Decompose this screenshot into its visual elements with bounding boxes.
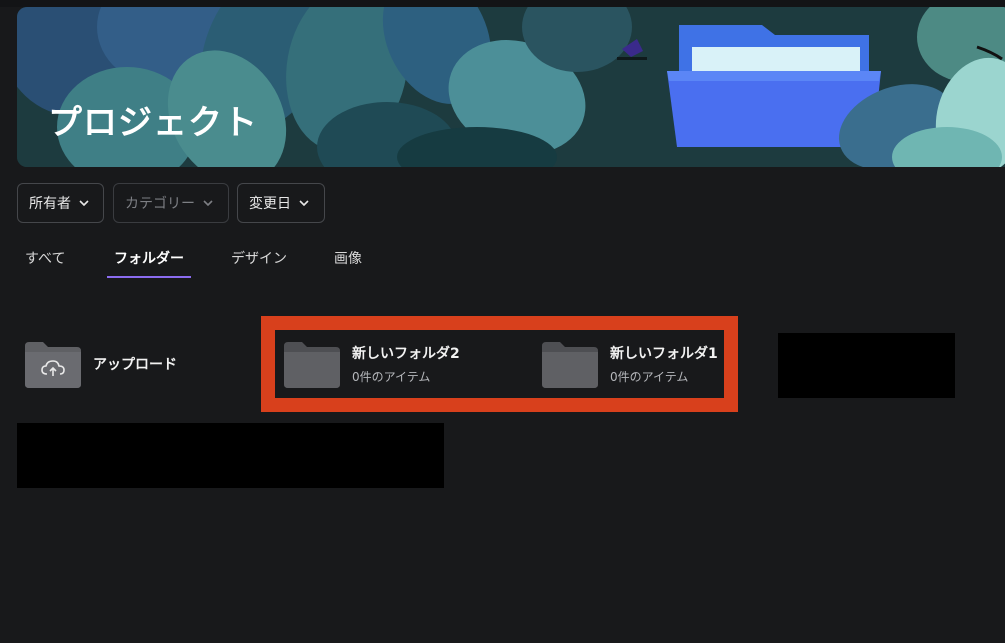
tab-images[interactable]: 画像 (334, 248, 362, 280)
modified-date-filter-dropdown[interactable]: 変更日 (237, 183, 325, 223)
modified-date-filter-label: 変更日 (249, 196, 291, 212)
category-filter-label: カテゴリー (125, 196, 195, 212)
project-banner: プロジェクト (17, 7, 1005, 167)
chevron-down-icon (203, 200, 213, 206)
top-bar (0, 0, 1005, 7)
cloud-upload-icon (25, 340, 81, 388)
tab-all[interactable]: すべて (25, 248, 65, 280)
chevron-down-icon (79, 200, 89, 206)
owner-filter-dropdown[interactable]: 所有者 (17, 183, 104, 223)
tab-designs[interactable]: デザイン (231, 248, 287, 280)
active-tab-indicator (107, 276, 191, 278)
upload-folder-item[interactable]: アップロード (25, 336, 177, 392)
category-filter-dropdown[interactable]: カテゴリー (113, 183, 229, 223)
owner-filter-label: 所有者 (29, 196, 71, 212)
redacted-block (778, 333, 955, 398)
upload-label: アップロード (93, 357, 177, 373)
chevron-down-icon (299, 200, 309, 206)
page-title: プロジェクト (48, 103, 258, 143)
redacted-block (17, 423, 444, 488)
highlight-box (261, 316, 738, 412)
